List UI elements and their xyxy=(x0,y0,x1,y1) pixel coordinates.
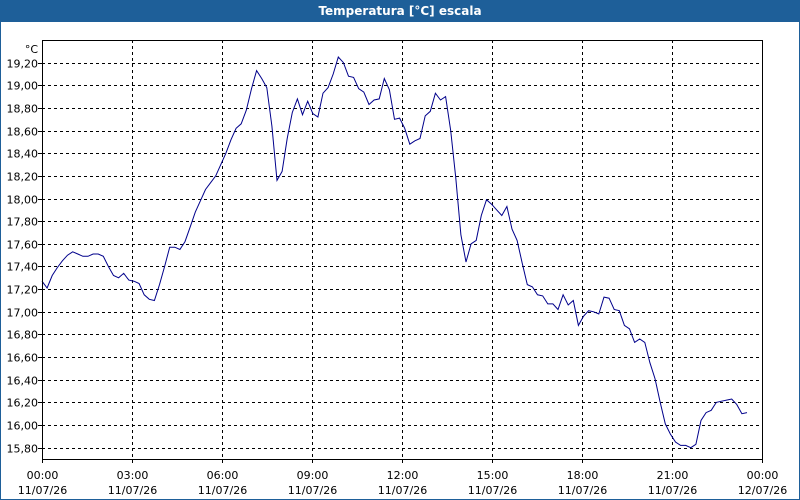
x-tick-date-label: 11/07/26 xyxy=(558,484,607,497)
x-tick-date-label: 12/07/26 xyxy=(738,484,787,497)
x-tick-time-label: 03:00 xyxy=(117,469,149,482)
x-tick-time-label: 15:00 xyxy=(477,469,509,482)
x-tick-time-label: 21:00 xyxy=(657,469,689,482)
y-tick-label: 18,20 xyxy=(7,171,39,184)
y-tick-label: 15,80 xyxy=(7,443,39,456)
y-tick-label: 18,40 xyxy=(7,148,39,161)
x-tick-date-label: 11/07/26 xyxy=(198,484,247,497)
x-tick-date-label: 11/07/26 xyxy=(648,484,697,497)
y-tick-label: 17,80 xyxy=(7,216,39,229)
x-tick-time-label: 09:00 xyxy=(297,469,329,482)
x-tick-time-label: 12:00 xyxy=(387,469,419,482)
chart-title: Temperatura [°C] escala xyxy=(0,0,800,22)
x-tick-date-label: 11/07/26 xyxy=(468,484,517,497)
x-tick-time-label: 06:00 xyxy=(207,469,239,482)
y-tick-label: 16,00 xyxy=(7,420,39,433)
x-tick-time-label: 00:00 xyxy=(747,469,779,482)
y-axis-unit-label: °C xyxy=(25,43,39,56)
y-tick-label: 17,20 xyxy=(7,284,39,297)
x-tick-date-label: 11/07/26 xyxy=(378,484,427,497)
y-tick-label: 16,40 xyxy=(7,375,39,388)
y-tick-label: 17,00 xyxy=(7,307,39,320)
x-tick-time-label: 00:00 xyxy=(27,469,59,482)
temperature-series-line xyxy=(41,56,748,449)
y-tick-label: 17,60 xyxy=(7,239,39,252)
temperature-chart: 15,80 16,00 16,20 16,40 16,60 16,80 17,00 17,20… xyxy=(7,40,787,497)
y-tick-label: 19,20 xyxy=(7,58,39,71)
x-tick-date-label: 11/07/26 xyxy=(18,484,67,497)
y-tick-label: 18,60 xyxy=(7,126,39,139)
y-tick-label: 17,40 xyxy=(7,261,39,274)
x-axis: 00:00 11/07/26 03:00 11/07/26 06:00 11/07/26 0… xyxy=(18,459,787,497)
x-tick-date-label: 11/07/26 xyxy=(108,484,157,497)
x-tick-time-label: 18:00 xyxy=(567,469,599,482)
y-tick-label: 16,80 xyxy=(7,329,39,342)
y-tick-label: 19,00 xyxy=(7,80,39,93)
y-tick-label: 18,00 xyxy=(7,194,39,207)
y-tick-label: 18,80 xyxy=(7,103,39,116)
x-tick-date-label: 11/07/26 xyxy=(288,484,337,497)
y-axis: 15,80 16,00 16,20 16,40 16,60 16,80 17,00 17,20… xyxy=(7,43,42,456)
y-tick-label: 16,20 xyxy=(7,397,39,410)
y-tick-label: 16,60 xyxy=(7,352,39,365)
chart-grid xyxy=(42,40,762,459)
